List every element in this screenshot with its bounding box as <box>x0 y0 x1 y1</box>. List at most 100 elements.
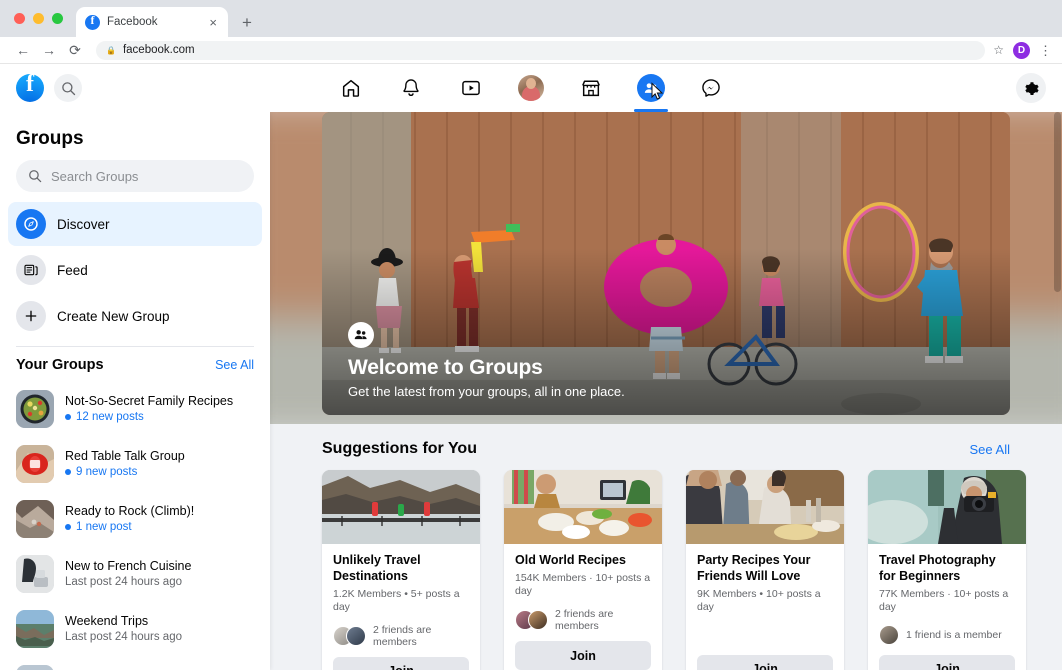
window-controls[interactable] <box>14 13 63 24</box>
nav-marketplace[interactable] <box>568 66 614 110</box>
search-icon <box>29 170 42 183</box>
group-meta: 1 new post <box>65 521 194 533</box>
list-item[interactable]: New to French Cuisine Last post 24 hours… <box>8 546 262 601</box>
card-body: Party Recipes Your Friends Will Love 9K … <box>686 544 844 646</box>
card-friends: 1 friend is a member <box>879 624 1015 646</box>
suggestion-cards: Unlikely Travel Destinations 1.2K Member… <box>322 470 1026 670</box>
facebook-logo-icon[interactable] <box>16 71 44 102</box>
gear-icon <box>1025 82 1039 96</box>
your-groups-header: Your Groups See All <box>8 351 262 381</box>
search-input[interactable] <box>51 168 242 184</box>
bell-icon <box>403 79 419 96</box>
maximize-window-button[interactable] <box>52 13 63 24</box>
card-title: Travel Photography for Beginners <box>879 553 996 583</box>
sidebar-item-create-new-group[interactable]: Create New Group <box>8 294 262 338</box>
hero-subtitle: Get the latest from your groups, all in … <box>348 384 625 399</box>
nav-groups[interactable] <box>628 66 674 112</box>
feed-icon <box>16 255 46 285</box>
compass-icon <box>16 209 46 239</box>
card-title: Party Recipes Your Friends Will Love <box>697 553 811 583</box>
list-item[interactable]: Not-So-Secret Family Recipes 12 new post… <box>8 381 262 436</box>
card-body: Unlikely Travel Destinations 1.2K Member… <box>322 544 480 648</box>
close-icon[interactable]: × <box>207 14 219 31</box>
marketplace-icon <box>582 80 600 97</box>
main-content: Welcome to Groups Get the latest from yo… <box>270 112 1062 670</box>
list-item[interactable]: Ready to Rock (Climb)! 1 new post <box>8 491 262 546</box>
card-meta: 9K Members • 10+ posts a day <box>697 587 821 614</box>
browser-toolbar: ← → ⟳ 🔒 facebook.com ☆ D ⋮ <box>0 37 1062 64</box>
join-button[interactable]: Join <box>333 656 469 670</box>
hero-banner: Welcome to Groups Get the latest from yo… <box>322 112 1010 415</box>
card-meta: 77K Members · 10+ posts a day <box>879 587 1009 614</box>
close-window-button[interactable] <box>14 13 25 24</box>
join-button[interactable]: Join <box>515 641 651 670</box>
your-groups-see-all-link[interactable]: See All <box>215 358 254 372</box>
minimize-window-button[interactable] <box>33 13 44 24</box>
group-thumbnail <box>16 609 54 648</box>
sidebar-item-discover[interactable]: Discover <box>8 202 262 246</box>
nav-watch[interactable] <box>448 66 494 110</box>
card-body: Travel Photography for Beginners 77K Mem… <box>868 544 1026 646</box>
page-scrollbar[interactable] <box>1054 112 1061 670</box>
card-image <box>504 470 662 544</box>
group-meta: Last post 24 hours ago <box>65 576 191 588</box>
suggestion-card[interactable]: Travel Photography for Beginners 77K Mem… <box>868 470 1026 670</box>
browser-profile-avatar[interactable]: D <box>1013 41 1030 59</box>
suggestions-header: Suggestions for You See All <box>322 440 1010 458</box>
reload-icon[interactable]: ⟳ <box>62 42 88 59</box>
card-body: Old World Recipes 154K Members · 10+ pos… <box>504 544 662 632</box>
suggestion-card[interactable]: Old World Recipes 154K Members · 10+ pos… <box>504 470 662 670</box>
forward-icon[interactable]: → <box>36 42 62 58</box>
search-groups-field[interactable] <box>16 160 254 192</box>
bookmark-star-icon[interactable]: ☆ <box>993 43 1004 57</box>
group-meta-text: 12 new posts <box>76 411 144 424</box>
header-search-button[interactable] <box>54 74 82 102</box>
suggestions-see-all-link[interactable]: See All <box>970 442 1010 457</box>
suggestion-card[interactable]: Party Recipes Your Friends Will Love 9K … <box>686 470 844 670</box>
group-name: New to French Cuisine <box>65 558 192 573</box>
scrollbar-thumb[interactable] <box>1054 112 1061 292</box>
messenger-icon <box>702 79 720 97</box>
card-image <box>686 470 844 544</box>
group-name: Not-So-Secret Family Recipes <box>65 393 234 408</box>
card-meta: 154K Members · 10+ posts a day <box>515 571 651 598</box>
group-thumbnail <box>16 499 54 538</box>
group-meta: Last post 24 hours ago <box>65 631 182 643</box>
lock-icon: 🔒 <box>106 45 116 55</box>
card-image <box>868 470 1026 544</box>
hero-title: Welcome to Groups <box>348 356 543 379</box>
your-groups-list: Not-So-Secret Family Recipes 12 new post… <box>8 381 262 670</box>
join-button[interactable]: Join <box>697 654 833 670</box>
card-friends-text: 2 friends are members <box>555 608 614 633</box>
suggestion-card[interactable]: Unlikely Travel Destinations 1.2K Member… <box>322 470 480 670</box>
header-navigation <box>328 64 734 112</box>
join-button[interactable]: Join <box>879 654 1015 670</box>
browser-tab[interactable]: Facebook × <box>76 7 228 37</box>
group-meta-text: Last post 24 hours ago <box>65 576 182 589</box>
nav-notifications[interactable] <box>388 66 434 110</box>
sidebar-item-feed[interactable]: Feed <box>8 248 262 292</box>
new-tab-button[interactable]: + <box>242 14 252 31</box>
page-title: Groups <box>16 128 84 149</box>
suggestions-section: Suggestions for You See All Unlikely Tra… <box>270 440 1062 670</box>
card-friends: 2 friends are members <box>333 624 469 648</box>
page-body: Groups Discover <box>0 112 1062 670</box>
list-item[interactable]: Red Table Talk Group 9 new posts <box>8 436 262 491</box>
list-item[interactable]: Wolverine Madness Last post 1 week ago <box>8 656 262 670</box>
facebook-favicon-icon <box>85 13 100 30</box>
group-thumbnail <box>16 554 54 593</box>
nav-messenger[interactable] <box>688 66 734 110</box>
address-bar[interactable]: 🔒 facebook.com <box>96 40 986 60</box>
browser-menu-icon[interactable]: ⋮ <box>1039 44 1052 57</box>
group-name: Weekend Trips <box>65 613 149 628</box>
new-posts-dot-icon <box>65 414 71 421</box>
new-posts-dot-icon <box>65 524 71 531</box>
nav-profile[interactable] <box>508 66 554 110</box>
settings-button[interactable] <box>1016 73 1046 103</box>
nav-home[interactable] <box>328 66 374 110</box>
card-friends-text: 2 friends are members <box>373 623 432 648</box>
hero-container: Welcome to Groups Get the latest from yo… <box>270 112 1062 415</box>
list-item[interactable]: Weekend Trips Last post 24 hours ago <box>8 601 262 656</box>
back-icon[interactable]: ← <box>10 42 36 58</box>
video-icon <box>462 80 480 96</box>
